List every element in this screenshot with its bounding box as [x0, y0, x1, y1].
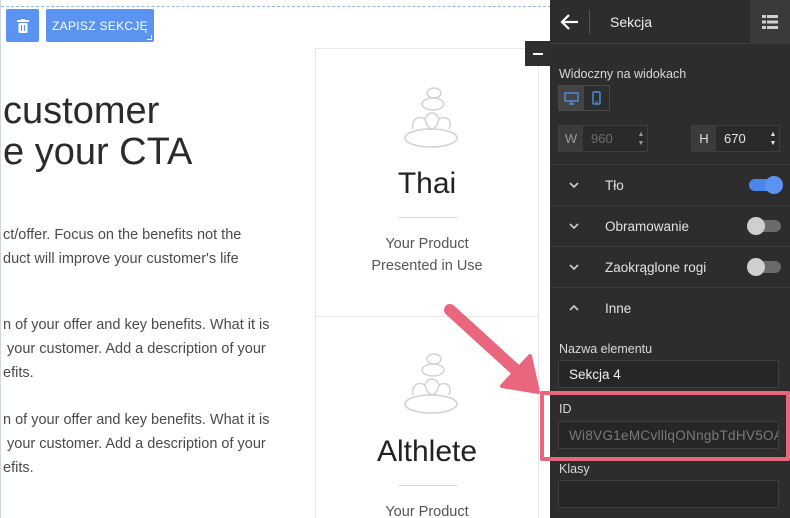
back-arrow-icon[interactable]	[558, 10, 582, 34]
section-rounded-corners[interactable]: Zaokrąglone rogi	[550, 246, 790, 287]
width-tag: W	[559, 126, 583, 151]
id-label: ID	[559, 402, 572, 416]
mobile-view-button[interactable]	[584, 86, 609, 110]
body-paragraph: ct/offer. Focus on the benefits not the …	[3, 227, 242, 267]
card-divider	[399, 485, 457, 486]
headline-line: e your CTA	[3, 131, 193, 173]
list-icon	[762, 15, 778, 29]
classes-input[interactable]	[558, 480, 779, 508]
lotus-stones-icon	[404, 353, 458, 414]
layers-menu-button[interactable]	[750, 0, 790, 44]
section-background[interactable]: Tło	[550, 164, 790, 205]
toggle-knob	[747, 217, 765, 235]
card-subtitle: Your Product Presented in Use	[371, 236, 483, 274]
background-toggle[interactable]	[749, 176, 783, 194]
height-value: 670	[724, 131, 746, 146]
rounded-corners-toggle[interactable]	[747, 258, 781, 276]
mobile-icon	[592, 91, 601, 105]
desktop-view-button[interactable]	[559, 86, 584, 110]
headline-line: customer	[3, 90, 160, 132]
visible-on-label: Widoczny na widokach	[559, 67, 687, 81]
toggle-knob	[747, 258, 765, 276]
width-value: 960	[591, 131, 613, 146]
header-divider	[589, 10, 590, 34]
chevron-down-icon	[569, 264, 579, 271]
classes-label: Klasy	[559, 462, 590, 476]
toggle-knob	[765, 176, 783, 194]
trash-icon	[16, 18, 29, 33]
panel-title: Sekcja	[610, 14, 653, 30]
minus-icon	[533, 52, 543, 55]
border-toggle[interactable]	[747, 217, 781, 235]
body-paragraph: n of your offer and key benefits. What i…	[3, 317, 270, 381]
height-tag: H	[692, 126, 716, 151]
element-name-label: Nazwa elementu	[559, 342, 653, 356]
row-label: Tło	[605, 178, 624, 193]
section-other[interactable]: Inne	[550, 287, 790, 328]
collapse-panel-button[interactable]	[525, 41, 550, 66]
row-label: Inne	[605, 301, 632, 316]
lotus-stones-icon	[404, 87, 458, 148]
device-visibility-toggle	[558, 85, 610, 111]
section-border[interactable]: Obramowanie	[550, 205, 790, 246]
height-stepper[interactable]: ▲ ▼	[767, 126, 779, 151]
panel-header: Sekcja	[550, 0, 790, 44]
page-canvas: ZAPISZ SEKCJĘ customer e your CTA ct/off…	[0, 0, 550, 518]
card-divider	[399, 217, 457, 218]
card-subtitle: Your Product	[385, 504, 469, 518]
save-section-button[interactable]: ZAPISZ SEKCJĘ	[46, 9, 154, 42]
row-label: Zaokrąglone rogi	[605, 260, 707, 275]
properties-panel: Sekcja Widoczny na widokach W 960 ▲ ▼ H …	[550, 0, 790, 518]
delete-section-button[interactable]	[6, 9, 39, 42]
hero-headline: customer e your CTA	[3, 91, 192, 173]
id-input[interactable]: Wi8VG1eMCvlllqONngbTdHV5OA	[558, 421, 779, 449]
width-field[interactable]: W 960 ▲ ▼	[558, 125, 648, 152]
desktop-icon	[564, 91, 579, 105]
element-name-input[interactable]: Sekcja 4	[558, 360, 779, 388]
body-paragraph: n of your offer and key benefits. What i…	[3, 412, 270, 476]
product-card[interactable]: Althlete Your Product	[315, 316, 539, 518]
height-field[interactable]: H 670 ▲ ▼	[691, 125, 780, 152]
product-card[interactable]: Thai Your Product Presented in Use	[315, 48, 539, 317]
chevron-down-icon	[569, 223, 579, 230]
width-stepper[interactable]: ▲ ▼	[635, 126, 647, 151]
chevron-up-icon	[569, 304, 579, 311]
card-title: Althlete	[376, 435, 478, 468]
section-selection-outline	[1, 6, 550, 7]
row-label: Obramowanie	[605, 219, 690, 234]
card-title: Thai	[397, 167, 457, 200]
chevron-down-icon	[569, 182, 579, 189]
